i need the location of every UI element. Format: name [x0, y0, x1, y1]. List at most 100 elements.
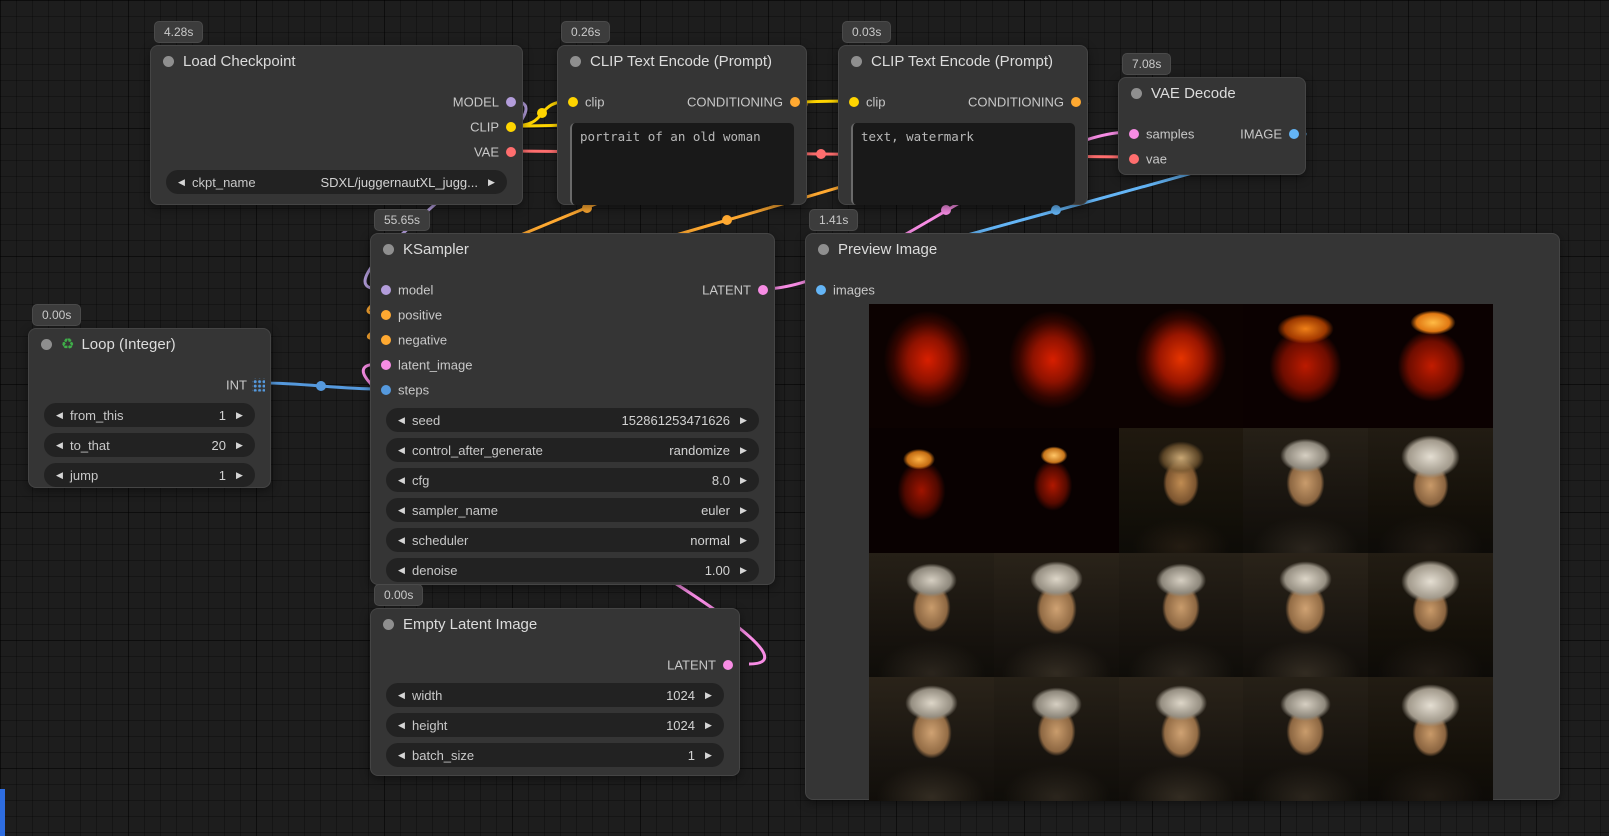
int-output-grid-icon[interactable]	[252, 378, 265, 391]
comfyui-canvas: { "icons": { "arrow_left": "◀", "arrow_r…	[0, 0, 1609, 836]
widget-label: ckpt_name	[192, 175, 256, 190]
latent-image-input-port[interactable]	[381, 360, 391, 370]
widget-ckpt-name[interactable]: ◀ ckpt_name SDXL/juggernautXL_jugg... ▶	[166, 170, 507, 194]
widget-width[interactable]: ◀ width 1024 ▶	[386, 683, 724, 707]
decrement-arrow-icon[interactable]: ◀	[395, 720, 408, 731]
image-output-port[interactable]	[1289, 129, 1299, 139]
decrement-arrow-icon[interactable]: ◀	[53, 410, 66, 421]
node-title-bar[interactable]: Empty Latent Image	[371, 609, 739, 639]
increment-arrow-icon[interactable]: ▶	[233, 470, 246, 481]
increment-arrow-icon[interactable]: ▶	[737, 505, 750, 516]
steps-input-port[interactable]	[381, 385, 391, 395]
clip-output-port[interactable]	[506, 122, 516, 132]
decrement-arrow-icon[interactable]: ◀	[175, 177, 188, 188]
increment-arrow-icon[interactable]: ▶	[737, 475, 750, 486]
node-title-bar[interactable]: ♻ Loop (Integer)	[29, 329, 270, 359]
preview-image-cell	[1243, 304, 1368, 428]
node-vae-decode[interactable]: 7.08s VAE Decode samples IMAGE vae	[1118, 77, 1306, 175]
latent-output-port[interactable]	[758, 285, 768, 295]
widget-scheduler[interactable]: ◀ scheduler normal ▶	[386, 528, 759, 552]
widget-jump[interactable]: ◀ jump 1 ▶	[44, 463, 255, 487]
node-title-bar[interactable]: Load Checkpoint	[151, 46, 522, 76]
port-label: clip	[585, 94, 605, 109]
widget-to-that[interactable]: ◀ to_that 20 ▶	[44, 433, 255, 457]
decrement-arrow-icon[interactable]: ◀	[395, 475, 408, 486]
latent-output-port[interactable]	[723, 660, 733, 670]
port-row: latent_image	[371, 352, 774, 377]
node-status-dot	[570, 56, 581, 67]
node-title-bar[interactable]: KSampler	[371, 234, 774, 264]
negative-input-port[interactable]	[381, 335, 391, 345]
increment-arrow-icon[interactable]: ▶	[737, 565, 750, 576]
node-title-bar[interactable]: CLIP Text Encode (Prompt)	[558, 46, 806, 76]
model-input-port[interactable]	[381, 285, 391, 295]
increment-arrow-icon[interactable]: ▶	[233, 410, 246, 421]
decrement-arrow-icon[interactable]: ◀	[395, 505, 408, 516]
prompt-textarea[interactable]: portrait of an old woman	[570, 123, 794, 205]
port-row: model LATENT	[371, 277, 774, 302]
increment-arrow-icon[interactable]: ▶	[702, 750, 715, 761]
positive-input-port[interactable]	[381, 310, 391, 320]
decrement-arrow-icon[interactable]: ◀	[395, 690, 408, 701]
widget-label: width	[412, 688, 442, 703]
widget-denoise[interactable]: ◀ denoise 1.00 ▶	[386, 558, 759, 582]
decrement-arrow-icon[interactable]: ◀	[395, 445, 408, 456]
node-preview-image[interactable]: 1.41s Preview Image images	[805, 233, 1560, 800]
widget-cfg[interactable]: ◀ cfg 8.0 ▶	[386, 468, 759, 492]
widget-height[interactable]: ◀ height 1024 ▶	[386, 713, 724, 737]
widget-label: height	[412, 718, 447, 733]
clip-input-port[interactable]	[849, 97, 859, 107]
node-title: Empty Latent Image	[403, 616, 537, 633]
images-input-port[interactable]	[816, 285, 826, 295]
preview-image-cell	[869, 677, 994, 801]
decrement-arrow-icon[interactable]: ◀	[395, 750, 408, 761]
decrement-arrow-icon[interactable]: ◀	[395, 535, 408, 546]
vae-output-port[interactable]	[506, 147, 516, 157]
node-title-bar[interactable]: VAE Decode	[1119, 78, 1305, 108]
recycle-icon: ♻	[61, 335, 74, 353]
decrement-arrow-icon[interactable]: ◀	[53, 440, 66, 451]
widget-from-this[interactable]: ◀ from_this 1 ▶	[44, 403, 255, 427]
decrement-arrow-icon[interactable]: ◀	[395, 415, 408, 426]
node-empty-latent-image[interactable]: 0.00s Empty Latent Image LATENT ◀ width …	[370, 608, 740, 776]
widget-batch-size[interactable]: ◀ batch_size 1 ▶	[386, 743, 724, 767]
widget-value: 1	[688, 748, 695, 763]
samples-input-port[interactable]	[1129, 129, 1139, 139]
node-clip-text-encode-positive[interactable]: 0.26s CLIP Text Encode (Prompt) clip CON…	[557, 45, 807, 205]
node-ksampler[interactable]: 55.65s KSampler model LATENT positive ne…	[370, 233, 775, 585]
prompt-textarea[interactable]: text, watermark	[851, 123, 1075, 205]
port-label: VAE	[474, 144, 499, 159]
increment-arrow-icon[interactable]: ▶	[233, 440, 246, 451]
widget-control-after-generate[interactable]: ◀ control_after_generate randomize ▶	[386, 438, 759, 462]
node-loop-integer[interactable]: 0.00s ♻ Loop (Integer) INT ◀ from_this 1…	[28, 328, 271, 488]
node-title-bar[interactable]: Preview Image	[806, 234, 1559, 264]
preview-image-cell	[869, 304, 994, 428]
increment-arrow-icon[interactable]: ▶	[702, 720, 715, 731]
increment-arrow-icon[interactable]: ▶	[737, 415, 750, 426]
widget-sampler-name[interactable]: ◀ sampler_name euler ▶	[386, 498, 759, 522]
model-output-port[interactable]	[506, 97, 516, 107]
vae-input-port[interactable]	[1129, 154, 1139, 164]
node-title: Loop (Integer)	[81, 336, 175, 353]
node-title: VAE Decode	[1151, 85, 1236, 102]
clip-input-port[interactable]	[568, 97, 578, 107]
widget-value: 1.00	[705, 563, 730, 578]
link-midpoint-dot	[316, 381, 326, 391]
node-load-checkpoint[interactable]: 4.28s Load Checkpoint MODEL CLIP VAE ◀ c…	[150, 45, 523, 205]
increment-arrow-icon[interactable]: ▶	[737, 535, 750, 546]
node-status-dot	[383, 244, 394, 255]
decrement-arrow-icon[interactable]: ◀	[53, 470, 66, 481]
node-title-bar[interactable]: CLIP Text Encode (Prompt)	[839, 46, 1087, 76]
increment-arrow-icon[interactable]: ▶	[485, 177, 498, 188]
conditioning-output-port[interactable]	[790, 97, 800, 107]
widget-seed[interactable]: ◀ seed 152861253471626 ▶	[386, 408, 759, 432]
increment-arrow-icon[interactable]: ▶	[702, 690, 715, 701]
preview-image-cell	[994, 677, 1119, 801]
port-label: CONDITIONING	[687, 94, 783, 109]
decrement-arrow-icon[interactable]: ◀	[395, 565, 408, 576]
port-label: images	[833, 282, 875, 297]
conditioning-output-port[interactable]	[1071, 97, 1081, 107]
node-clip-text-encode-negative[interactable]: 0.03s CLIP Text Encode (Prompt) clip CON…	[838, 45, 1088, 205]
increment-arrow-icon[interactable]: ▶	[737, 445, 750, 456]
execution-time-badge: 0.03s	[842, 21, 891, 43]
